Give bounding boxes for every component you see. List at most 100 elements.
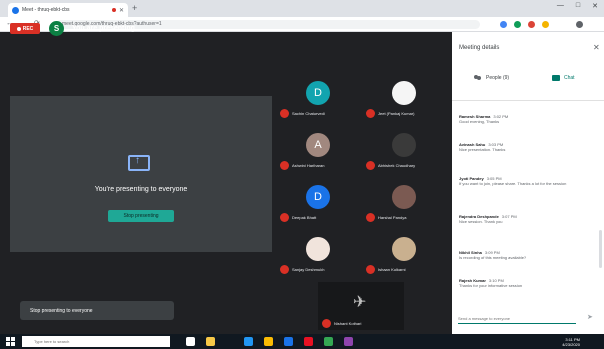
chat-message: Ramesh Sharma 3:02 PM Good evening, Thank…	[459, 114, 595, 125]
taskbar: Type here to search 3:11 PM 4/23/2020	[0, 334, 604, 349]
extension-icon[interactable]	[528, 21, 535, 28]
clock-date: 4/23/2020	[562, 342, 580, 347]
stop-presenting-button[interactable]: Stop presenting	[108, 210, 174, 222]
participant-logo-icon: ✈	[353, 294, 367, 311]
participant-avatar	[306, 237, 330, 261]
extension-icon[interactable]	[500, 21, 507, 28]
presenter-avatar: S	[49, 21, 64, 36]
task-view-icon[interactable]	[186, 337, 195, 346]
participant-name: Sachin Chaturvedi	[292, 111, 325, 116]
edge-icon[interactable]	[284, 337, 293, 346]
participant-tile[interactable]: A Ashwini Hariharan	[276, 123, 362, 175]
recording-label: REC	[22, 25, 34, 32]
extension-icon[interactable]	[514, 21, 521, 28]
message-text: Nice presentation. Thanks	[459, 147, 506, 152]
chat-icon	[552, 75, 560, 81]
profile-avatar-icon[interactable]	[576, 21, 583, 28]
record-dot-icon	[16, 26, 21, 31]
close-icon[interactable]: ✕	[593, 43, 600, 52]
tab-people[interactable]: People (9)	[474, 75, 509, 81]
participant-name: Abhishek Chaudhary	[378, 163, 416, 168]
mic-muted-icon	[366, 109, 375, 118]
windows-start-icon[interactable]	[6, 337, 15, 346]
participant-avatar: D	[306, 185, 330, 209]
minimize-icon[interactable]: —	[557, 2, 564, 10]
participant-avatar: D	[306, 81, 330, 105]
chat-message: Rajendra Deshpande 3:07 PM Nice session. …	[459, 214, 595, 225]
message-text: Good evening, Thanks	[459, 119, 500, 124]
presenting-message: You're presenting to everyone	[94, 186, 188, 193]
panel-title: Meeting details	[459, 45, 500, 51]
message-text: Thanks for your informative session	[459, 283, 523, 288]
mic-muted-icon	[280, 265, 289, 274]
chat-message: Jyoti Pandey 3:05 PM If you want to join,…	[459, 176, 595, 187]
chat-message: Nikhil Sinha 3:09 PM Is recording of this…	[459, 250, 595, 261]
chat-message: Avinash Sahu 3:03 PM Nice presentation. T…	[459, 142, 595, 153]
tab-chat[interactable]: Chat	[552, 75, 575, 81]
message-time: 3:07 PM	[501, 214, 517, 219]
mic-muted-icon	[366, 265, 375, 274]
chat-scrollbar[interactable]	[599, 230, 602, 268]
tab-people-label: People (9)	[486, 75, 510, 81]
participant-tile[interactable]: ✈ Nishant Kothari	[318, 282, 404, 330]
recording-badge: REC	[10, 23, 40, 34]
participant-tile[interactable]: Ishaan Kulkarni	[362, 227, 448, 279]
tab-close-icon[interactable]: ✕	[119, 7, 124, 14]
participant-tile[interactable]: D Deepak Bhatt	[276, 175, 362, 227]
message-text: Is recording of this meeting available?	[459, 255, 527, 260]
participant-avatar: A	[306, 133, 330, 157]
send-icon[interactable]: ➤	[587, 313, 593, 321]
chat-message: Rajesh Kumar 3:10 PM Thanks for your info…	[459, 278, 595, 289]
participant-avatar	[392, 237, 416, 261]
mic-muted-icon	[280, 161, 289, 170]
participant-name: Ashwini Hariharan	[292, 163, 325, 168]
message-text: Nice session. Thank you	[459, 219, 503, 224]
people-icon	[474, 75, 482, 81]
taskbar-app-icon[interactable]	[264, 337, 273, 346]
participant-tile[interactable]: Jeet (Pankaj Kumar)	[362, 71, 448, 123]
tab-divider	[452, 100, 604, 101]
participant-avatar	[392, 81, 416, 105]
system-tray-clock[interactable]: 3:11 PM 4/23/2020	[522, 337, 580, 347]
participant-name: Ishaan Kulkarni	[378, 267, 406, 272]
taskbar-search[interactable]: Type here to search	[22, 336, 170, 347]
participant-name: Jeet (Pankaj Kumar)	[378, 111, 415, 116]
meeting-details-panel: Meeting details ✕ People (9) Chat Ramesh…	[452, 32, 604, 334]
browser-tab[interactable]: Meet - thruq-ebkt-cbs ✕	[8, 3, 128, 17]
mic-muted-icon	[280, 213, 289, 222]
present-screen-icon	[128, 155, 150, 171]
participant-tile[interactable]: Harshal Pandya	[362, 175, 448, 227]
presenting-status: You are presenting	[72, 25, 135, 32]
browser-tab-strip: Meet - thruq-ebkt-cbs ✕ + — □ ✕	[0, 0, 604, 17]
maximize-icon[interactable]: □	[576, 2, 580, 10]
taskbar-app-icon[interactable]	[244, 337, 253, 346]
taskbar-app-icon[interactable]	[324, 337, 333, 346]
mic-muted-icon	[366, 161, 375, 170]
stop-banner-label: Stop presenting to everyone	[30, 307, 93, 314]
participant-grid: D Sachin Chaturvedi Jeet (Pankaj Kumar) …	[276, 71, 448, 279]
message-text: If you want to join, please share. Thank…	[459, 181, 567, 186]
participant-name: Sanjay Deshmukh	[292, 267, 325, 272]
extension-icon[interactable]	[542, 21, 549, 28]
chat-message-input[interactable]	[458, 313, 576, 324]
participant-tile[interactable]: Abhishek Chaudhary	[362, 123, 448, 175]
participant-avatar	[392, 185, 416, 209]
participant-tile[interactable]: D Sachin Chaturvedi	[276, 71, 362, 123]
participant-tile[interactable]: Sanjay Deshmukh	[276, 227, 362, 279]
window-close-icon[interactable]: ✕	[592, 2, 598, 10]
meet-favicon-icon	[12, 6, 19, 14]
new-tab-button[interactable]: +	[132, 3, 137, 13]
presentation-panel	[10, 96, 272, 252]
taskbar-app-icon[interactable]	[344, 337, 353, 346]
participant-avatar	[392, 133, 416, 157]
mic-muted-icon	[322, 319, 331, 328]
stop-presenting-banner[interactable]: Stop presenting to everyone	[20, 301, 174, 320]
participant-name: Nishant Kothari	[334, 321, 362, 326]
tab-title: Meet - thruq-ebkt-cbs	[22, 7, 70, 13]
tab-recording-icon	[111, 8, 116, 12]
participant-name: Deepak Bhatt	[292, 215, 317, 220]
chrome-icon[interactable]	[304, 337, 313, 346]
mic-muted-icon	[280, 109, 289, 118]
file-explorer-icon[interactable]	[206, 337, 215, 346]
tab-chat-label: Chat	[564, 75, 575, 81]
